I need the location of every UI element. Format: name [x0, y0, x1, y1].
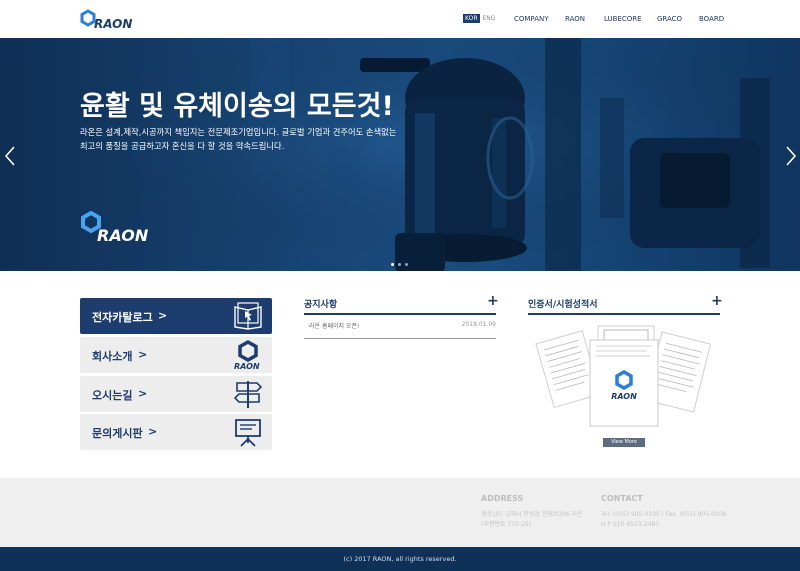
hero-desc-line: 라온은 설계,제작,시공까지 책임지는 전문제조기업입니다. 글로벌 기업과 견…: [80, 127, 397, 137]
notice-title: 공지사항: [304, 300, 338, 310]
certificates-title: 인증서/시험성적서: [528, 300, 598, 310]
svg-text:RAON: RAON: [234, 362, 260, 370]
chevron-right-icon: >: [138, 348, 148, 361]
notice-item[interactable]: 라온 홈페이지 오픈! 2018.01.09: [304, 321, 496, 331]
footer-address-line: (우편번호 710-25): [481, 521, 531, 528]
footer-contact-line: Tel. (055) 905-0105 / Fax. (055) 905-010…: [601, 511, 727, 518]
notice-item-date: 2018.01.09: [461, 321, 496, 328]
footer-bar: (c) 2017 RAON, all rights reserved.: [0, 547, 800, 571]
main-nav: COMPANY RAON LUBECORE GRACO BOARD: [0, 14, 800, 24]
board-icon: [232, 417, 264, 447]
chevron-right-icon: >: [138, 387, 148, 400]
nav-board[interactable]: BOARD: [699, 14, 724, 24]
footer-info: ADDRESS 경상남도 김해시 한림읍 한림로206 라온 (우편번호 710…: [0, 478, 800, 547]
raon-logo-icon: RAON: [232, 339, 264, 371]
copyright: (c) 2017 RAON, all rights reserved.: [343, 555, 457, 563]
quick-link-label: 전자카탈로그: [92, 311, 153, 324]
notice-divider: [304, 313, 496, 315]
hero-desc-line: 최고의 품질을 공급하고자 혼신을 다 할 것을 약속드립니다.: [80, 141, 285, 151]
signpost-icon: [232, 379, 264, 409]
notice-item-title: 라온 홈페이지 오픈!: [309, 323, 360, 330]
hero-logo: RAON: [80, 210, 158, 247]
hero-slider: 윤활 및 유체이송의 모든것! 라온은 설계,제작,시공까지 책임지는 전문제조…: [0, 38, 800, 271]
footer-address-title: ADDRESS: [481, 494, 524, 503]
footer-address-line: 경상남도 김해시 한림읍 한림로206 라온: [481, 511, 583, 518]
nav-raon[interactable]: RAON: [565, 14, 585, 24]
svg-text:RAON: RAON: [611, 392, 637, 401]
certificates-divider: [528, 313, 720, 315]
nav-company[interactable]: COMPANY: [514, 14, 549, 24]
certificates-more-icon[interactable]: +: [711, 294, 723, 308]
slider-dot[interactable]: [405, 263, 408, 266]
quick-link-label: 문의게시판: [92, 427, 143, 440]
hero-title: 윤활 및 유체이송의 모든것!: [80, 91, 394, 122]
nav-lubecore[interactable]: LUBECORE: [604, 14, 642, 24]
notice-bottom-divider: [304, 338, 496, 339]
slider-dot[interactable]: [391, 263, 394, 266]
hero-description: 라온은 설계,제작,시공까지 책임지는 전문제조기업입니다. 글로벌 기업과 견…: [80, 125, 410, 153]
chevron-right-icon: >: [148, 425, 158, 438]
book-icon: [232, 301, 264, 331]
footer-contact-line: H.P 010-8523-2483: [601, 521, 660, 528]
view-more-button[interactable]: View More: [603, 438, 645, 447]
quick-link-catalog[interactable]: 전자카탈로그 >: [80, 298, 272, 334]
slider-pagination: [391, 263, 408, 266]
quick-link-inquiry[interactable]: 문의게시판 >: [80, 414, 272, 450]
slider-prev-icon[interactable]: [4, 146, 16, 166]
nav-graco[interactable]: GRACO: [657, 14, 682, 24]
footer-contact-title: CONTACT: [601, 494, 643, 503]
hero-logo-text: RAON: [97, 226, 149, 243]
certificates-image[interactable]: RAON: [528, 322, 720, 434]
quick-link-label: 오시는길: [92, 389, 133, 402]
chevron-right-icon: >: [158, 309, 168, 322]
notice-more-icon[interactable]: +: [487, 294, 499, 308]
slider-next-icon[interactable]: [785, 146, 797, 166]
quick-link-company[interactable]: 회사소개 > RAON: [80, 337, 272, 373]
slider-dot[interactable]: [398, 263, 401, 266]
quick-link-directions[interactable]: 오시는길 >: [80, 376, 272, 412]
site-header: RAON KOR ENG COMPANY RAON LUBECORE GRACO…: [0, 0, 800, 38]
quick-link-label: 회사소개: [92, 350, 133, 363]
